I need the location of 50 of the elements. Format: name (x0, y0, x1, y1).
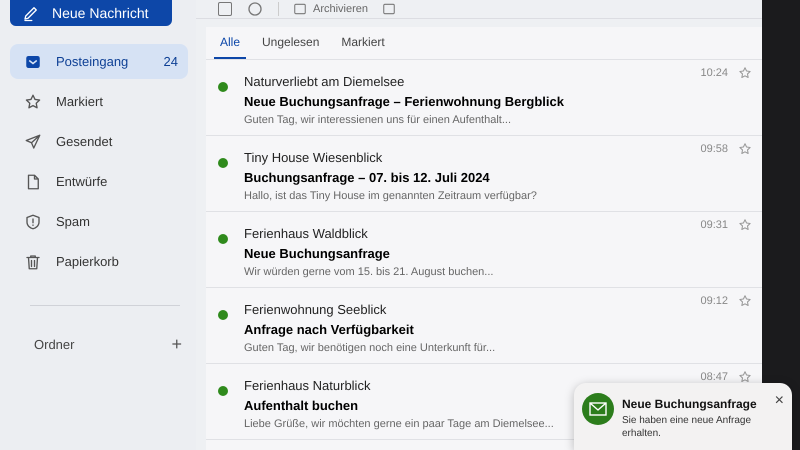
filter-tab[interactable]: Alle (214, 27, 246, 59)
sender-name: Ferienhaus Naturblick (244, 378, 370, 393)
sender-name: Naturverliebt am Diemelsee (244, 74, 404, 89)
message-subject: Anfrage nach Verfügbarkeit (244, 322, 414, 337)
checkbox[interactable] (218, 2, 232, 16)
message-preview: Hallo, ist das Tiny House im genannten Zeitraum verfügbar? (244, 190, 537, 202)
square-icon[interactable] (382, 2, 396, 16)
message-time: 10:24 (700, 67, 728, 79)
close-button[interactable]: × (774, 393, 784, 409)
unread-count: 24 (164, 54, 178, 69)
shield-icon (24, 212, 42, 230)
notification-message: Sie haben eine neue Anfrage erhalten. (622, 414, 752, 440)
message-preview: Wir würden gerne vom 15. bis 21. August buchen... (244, 266, 494, 278)
envelope-icon (582, 393, 614, 425)
message-preview: Guten Tag, wir interessienen uns für einen Aufenthalt... (244, 114, 512, 126)
notification-title: Neue Buchungsanfrage (622, 397, 758, 411)
star-icon[interactable] (738, 218, 752, 232)
message-subject: Buchungsanfrage – 07. bis 12. Juli 2024 (244, 170, 490, 185)
sidebar-item[interactable]: Papierkorb (10, 244, 188, 279)
message-time: 09:31 (700, 219, 728, 231)
star-icon[interactable] (738, 66, 752, 80)
message-preview: Liebe Grüße, wir möchten gerne ein paar Tage am Diemelsee... (244, 418, 554, 430)
trash-icon (24, 252, 42, 270)
message-subject: Neue Buchungsanfrage – Ferienwohnung Bergblick (244, 94, 564, 109)
sender-name: Ferienhaus Waldblick (244, 226, 368, 241)
sidebar-item[interactable]: Gesendet (10, 124, 188, 159)
star-icon (24, 92, 42, 110)
message-time: 08:47 (700, 371, 728, 383)
sidebar-item[interactable]: Entwürfe (10, 164, 188, 199)
message-subject: Aufenthalt buchen (244, 398, 358, 413)
sender-name: Ferienwohnung Seeblick (244, 302, 386, 317)
star-icon[interactable] (738, 370, 752, 384)
add-folder-button[interactable]: + (171, 334, 182, 355)
sender-name: Tiny House Wiesenblick (244, 150, 382, 165)
message-time: 09:58 (700, 143, 728, 155)
sidebar-item[interactable]: Spam (10, 204, 188, 239)
archive-button[interactable]: Archivieren (293, 2, 368, 16)
folders-heading: Ordner (34, 337, 74, 352)
sidebar-item[interactable]: Posteingang 24 (10, 44, 188, 79)
filter-tab[interactable]: Ungelesen (256, 27, 326, 59)
filter-tab[interactable]: Markiert (335, 27, 391, 59)
compose-button[interactable]: Neue Nachricht (10, 0, 172, 26)
star-icon[interactable] (738, 294, 752, 308)
paper-plane-icon (24, 132, 42, 150)
message-subject: Neue Buchungsanfrage (244, 246, 390, 261)
sidebar-item[interactable]: Markiert (10, 84, 188, 119)
message-preview: Guten Tag, wir benötigen noch eine Unterkunft für... (244, 342, 496, 354)
pencil-icon (22, 4, 40, 22)
star-icon[interactable] (738, 142, 752, 156)
message-time: 09:12 (700, 295, 728, 307)
